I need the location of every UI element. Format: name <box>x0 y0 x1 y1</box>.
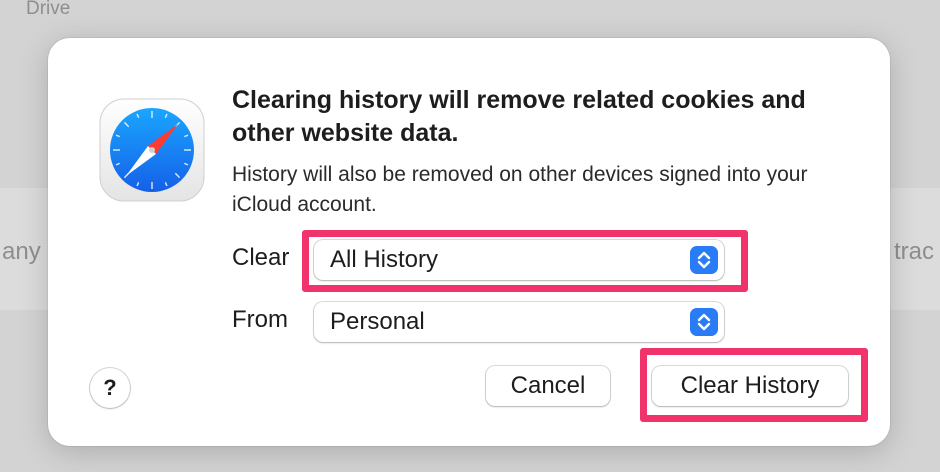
from-profile-value: Personal <box>330 308 425 335</box>
clear-history-dialog: Clearing history will remove related coo… <box>48 38 890 446</box>
chevron-updown-icon <box>690 308 718 336</box>
from-profile-popup[interactable]: Personal <box>314 302 724 342</box>
safari-compass-icon <box>99 98 205 202</box>
highlight-clear-history-button <box>640 348 868 422</box>
background-text-fragment-right: trac <box>894 238 935 265</box>
dialog-title: Clearing history will remove related coo… <box>232 86 806 147</box>
background-text-fragment-left: any <box>2 238 41 265</box>
help-button[interactable]: ? <box>90 368 130 408</box>
cancel-button[interactable]: Cancel <box>486 366 610 406</box>
clear-label: Clear <box>232 244 290 271</box>
from-label: From <box>232 306 288 333</box>
background-window-label: Drive <box>26 0 71 19</box>
highlight-clear-range <box>302 230 748 292</box>
dialog-message: History will also be removed on other de… <box>232 163 808 216</box>
